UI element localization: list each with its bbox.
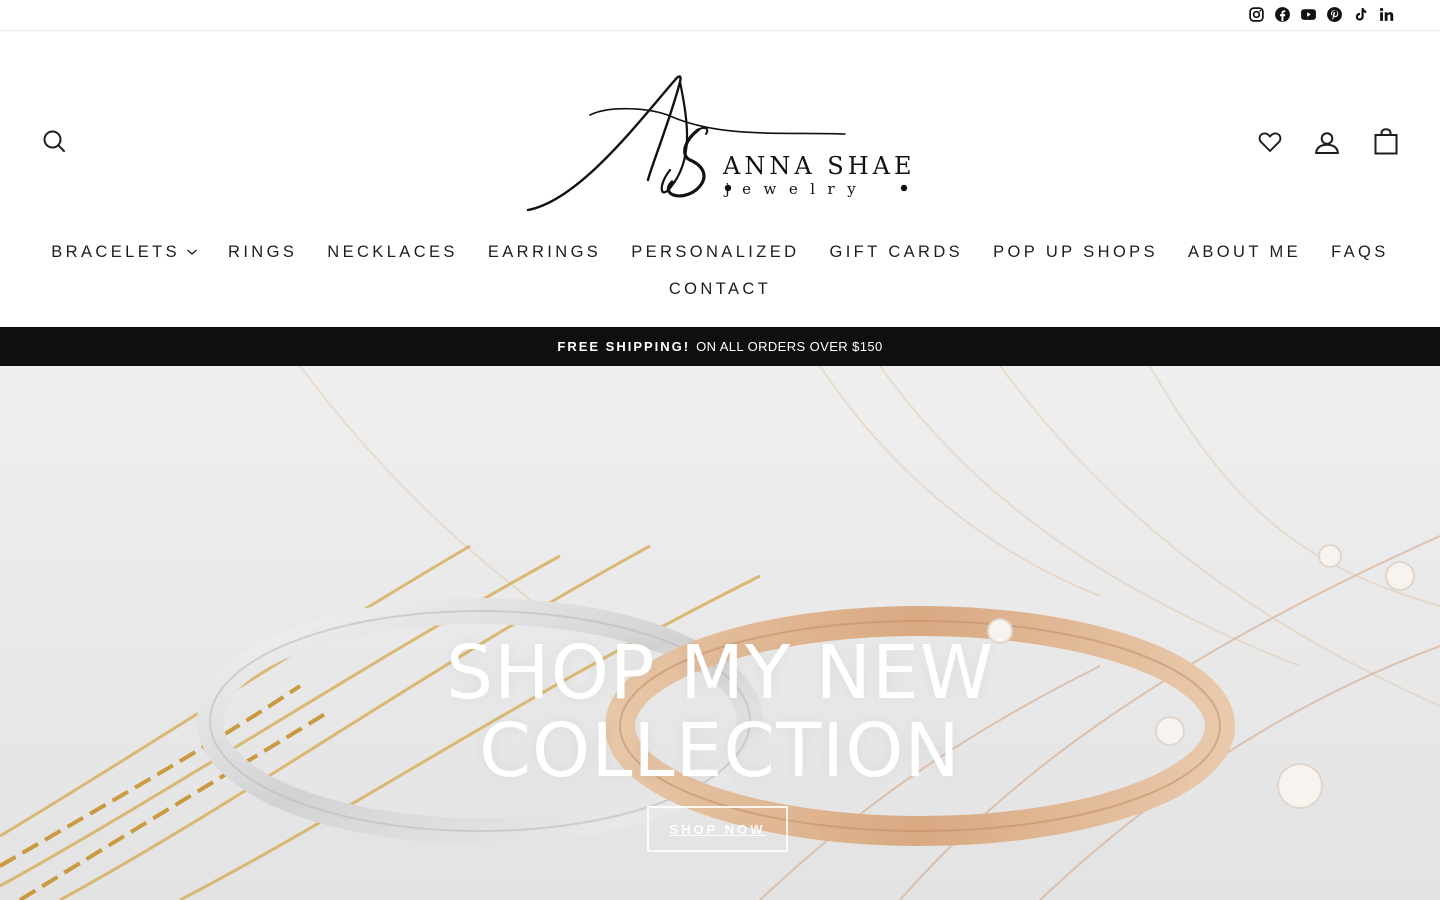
facebook-link[interactable] (1274, 5, 1292, 25)
account-button[interactable] (1312, 128, 1342, 158)
nav-row-secondary: CONTACT (0, 275, 1440, 303)
linkedin-link[interactable] (1378, 5, 1396, 25)
linkedin-icon (1379, 7, 1394, 21)
cart-button[interactable] (1372, 127, 1400, 157)
nav-item-pop-up-shops[interactable]: POP UP SHOPS (978, 243, 1173, 262)
announcement-highlight: FREE SHIPPING! (557, 339, 691, 354)
search-icon (43, 130, 65, 152)
nav-item-earrings[interactable]: EARRINGS (473, 243, 616, 262)
hero-title-line-2: COLLECTION (479, 708, 961, 794)
chevron-down-icon (187, 249, 197, 255)
nav-item-faqs[interactable]: FAQS (1316, 243, 1404, 262)
nav-item-gift-cards[interactable]: GIFT CARDS (814, 243, 978, 262)
heart-icon (1258, 132, 1282, 152)
main-navigation: BRACELETS RINGS NECKLACES EARRINGS PERSO… (0, 238, 1440, 303)
nav-item-contact[interactable]: CONTACT (654, 280, 786, 299)
bag-icon (1374, 128, 1398, 155)
hero-banner: SHOP MY NEW COLLECTION SHOP NOW (0, 366, 1440, 900)
brand-tagline: jewelry (725, 180, 869, 198)
announcement-bar: FREE SHIPPING! ON ALL ORDERS OVER $150 (0, 327, 1440, 366)
user-icon (1315, 132, 1339, 154)
social-links (1248, 5, 1396, 25)
shop-now-button[interactable]: SHOP NOW (647, 806, 788, 852)
instagram-link[interactable] (1248, 5, 1266, 25)
youtube-link[interactable] (1300, 5, 1318, 25)
hero-title: SHOP MY NEW COLLECTION (0, 634, 1440, 790)
tiktok-link[interactable] (1352, 5, 1370, 25)
nav-item-label: BRACELETS (51, 242, 180, 261)
nav-item-personalized[interactable]: PERSONALIZED (616, 243, 814, 262)
pinterest-icon (1327, 7, 1342, 22)
nav-item-necklaces[interactable]: NECKLACES (312, 243, 473, 262)
facebook-icon (1275, 7, 1290, 22)
youtube-icon (1301, 9, 1316, 20)
wishlist-button[interactable] (1256, 128, 1284, 156)
announcement-text: ON ALL ORDERS OVER $150 (696, 339, 883, 354)
nav-item-about-me[interactable]: ABOUT ME (1173, 243, 1316, 262)
search-button[interactable] (40, 127, 68, 155)
instagram-icon (1249, 7, 1264, 22)
brand-name: ANNA SHAE (723, 152, 916, 180)
brand-logo[interactable]: ANNA SHAE jewelry (520, 60, 920, 220)
tiktok-icon (1355, 8, 1367, 21)
pinterest-link[interactable] (1326, 5, 1344, 25)
hero-title-line-1: SHOP MY NEW (446, 630, 994, 716)
nav-item-rings[interactable]: RINGS (213, 243, 312, 262)
nav-item-bracelets[interactable]: BRACELETS (36, 243, 213, 262)
nav-row-primary: BRACELETS RINGS NECKLACES EARRINGS PERSO… (0, 238, 1440, 266)
social-bar (0, 0, 1440, 31)
